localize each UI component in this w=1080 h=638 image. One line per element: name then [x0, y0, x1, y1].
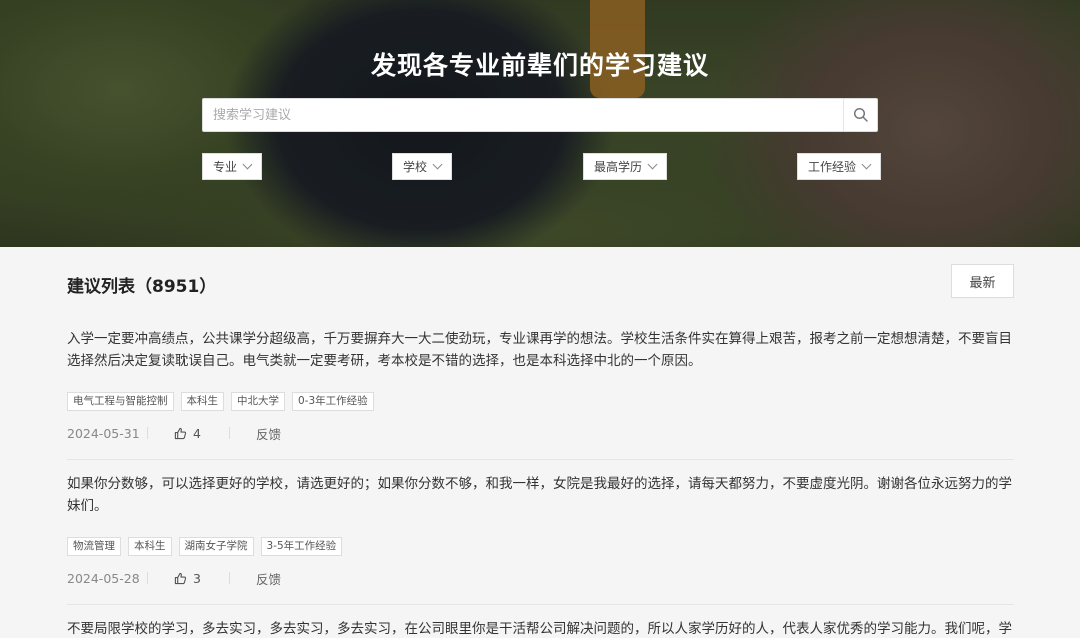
filter-major[interactable]: 专业	[202, 153, 263, 180]
filter-school-label: 学校	[403, 160, 428, 174]
tag-major[interactable]: 电气工程与智能控制	[67, 392, 174, 411]
search-button[interactable]	[843, 99, 877, 131]
list-title: 建议列表（8951）	[67, 277, 217, 297]
hero-title: 发现各专业前辈们的学习建议	[370, 51, 709, 80]
list-item: 入学一定要冲高绩点，公共课学分超级高，千万要摒弃大一大二使劲玩，专业课再学的想法…	[67, 328, 1014, 442]
list-item: 不要局限学校的学习，多去实习，多去实习，多去实习，在公司眼里你是干活帮公司解决问…	[67, 618, 1014, 638]
advice-text: 入学一定要冲高绩点，公共课学分超级高，千万要摒弃大一大二使劲玩，专业课再学的想法…	[67, 331, 1012, 369]
chevron-down-icon	[242, 159, 253, 170]
advice-text: 如果你分数够，可以选择更好的学校，请选更好的；如果你分数不够，和我一样，女院是我…	[67, 476, 1012, 514]
meta-divider	[229, 572, 230, 584]
item-divider	[67, 604, 1014, 605]
like-button[interactable]: 3	[174, 571, 229, 586]
tag-list: 电气工程与智能控制 本科生 中北大学 0-3年工作经验	[67, 392, 1014, 411]
tag-major[interactable]: 物流管理	[67, 537, 121, 556]
post-date: 2024-05-28	[67, 570, 140, 586]
thumbs-up-icon	[174, 427, 187, 439]
feedback-link[interactable]: 反馈	[256, 569, 281, 588]
sort-dropdown[interactable]: 最新	[951, 264, 1014, 298]
chevron-down-icon	[861, 159, 872, 170]
search-box	[202, 98, 878, 132]
like-count: 4	[193, 425, 201, 441]
filter-experience[interactable]: 工作经验	[797, 153, 882, 180]
tag-list: 物流管理 本科生 湖南女子学院 3-5年工作经验	[67, 537, 1014, 556]
item-divider	[67, 459, 1014, 460]
chevron-down-icon	[432, 159, 443, 170]
filter-degree[interactable]: 最高学历	[583, 153, 668, 180]
tag-school[interactable]: 中北大学	[231, 392, 285, 411]
tag-degree[interactable]: 本科生	[180, 392, 224, 411]
advice-text: 不要局限学校的学习，多去实习，多去实习，多去实习，在公司眼里你是干活帮公司解决问…	[67, 621, 1012, 637]
item-meta: 2024-05-31 4 反馈	[67, 424, 1014, 442]
like-button[interactable]: 4	[174, 426, 229, 441]
chevron-down-icon	[647, 159, 658, 170]
filter-degree-label: 最高学历	[594, 160, 643, 174]
like-count: 3	[193, 570, 201, 586]
meta-divider	[147, 572, 148, 584]
feedback-link[interactable]: 反馈	[256, 424, 281, 443]
list-item: 如果你分数够，可以选择更好的学校，请选更好的；如果你分数不够，和我一样，女院是我…	[67, 473, 1014, 587]
meta-divider	[229, 427, 230, 439]
hero-banner: 发现各专业前辈们的学习建议 专业 学校 最高学历 工作经验	[0, 0, 1080, 247]
search-icon	[853, 107, 868, 122]
meta-divider	[147, 427, 148, 439]
sort-label: 最新	[969, 275, 996, 291]
item-meta: 2024-05-28 3 反馈	[67, 569, 1014, 587]
filter-school[interactable]: 学校	[392, 153, 453, 180]
tag-experience[interactable]: 3-5年工作经验	[260, 537, 343, 556]
tag-school[interactable]: 湖南女子学院	[178, 537, 254, 556]
search-input[interactable]	[203, 99, 843, 131]
tag-experience[interactable]: 0-3年工作经验	[292, 392, 374, 411]
post-date: 2024-05-31	[67, 425, 140, 441]
filter-major-label: 专业	[213, 160, 238, 174]
thumbs-up-icon	[174, 572, 187, 584]
advice-list-section: 建议列表（8951） 最新 入学一定要冲高绩点，公共课学分超级高，千万要摒弃大一…	[0, 247, 1080, 638]
filter-experience-label: 工作经验	[808, 160, 857, 174]
tag-degree[interactable]: 本科生	[128, 537, 172, 556]
